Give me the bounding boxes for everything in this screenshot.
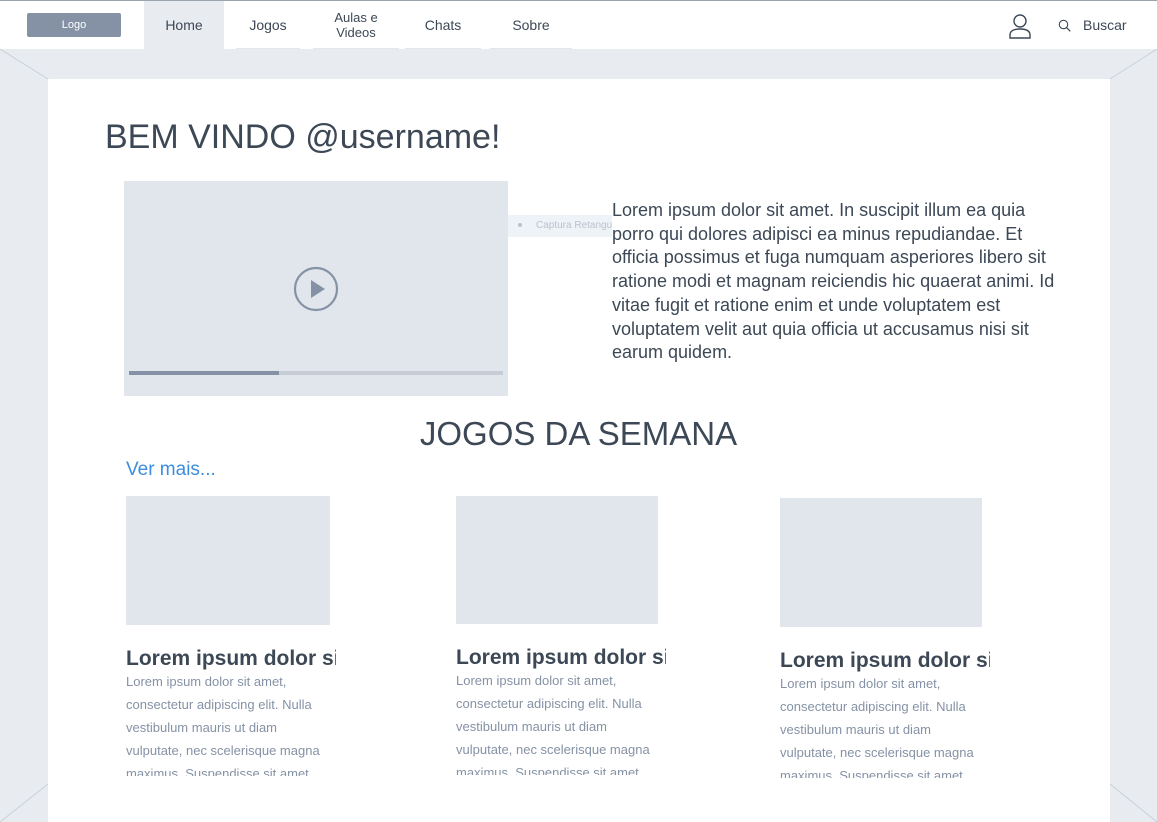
intro-text: Lorem ipsum dolor sit amet. In suscipit … (612, 200, 1055, 363)
video-player[interactable] (124, 181, 508, 396)
capture-tooltip: Captura Retangular (508, 215, 612, 237)
navbar: Logo Home Jogos Aulas e Videos Chats Sob… (0, 1, 1157, 49)
see-more-link[interactable]: Ver mais... (126, 459, 216, 481)
logo[interactable]: Logo (27, 13, 121, 37)
search-icon[interactable] (1058, 19, 1071, 32)
capture-dot-icon (518, 223, 522, 228)
video-progress-bar[interactable] (129, 371, 503, 375)
section-title: JOGOS DA SEMANA (419, 415, 738, 452)
nav-item-label: Jogos (249, 16, 287, 33)
game-card[interactable]: Lorem ipsum dolor sit amet Lorem ipsum d… (456, 496, 666, 775)
nav-item-underline (313, 48, 399, 49)
nav-item-sobre[interactable]: Sobre (490, 1, 572, 49)
play-icon[interactable] (293, 266, 339, 312)
card-image[interactable] (780, 498, 982, 627)
welcome-heading: BEM VINDO @username! (105, 118, 501, 156)
nav-item-label: Sobre (512, 16, 550, 33)
nav-item-chats[interactable]: Chats (405, 1, 481, 49)
user-icon[interactable] (1007, 13, 1033, 39)
game-card[interactable]: Lorem ipsum dolor sit amet Lorem ipsum d… (126, 496, 336, 776)
card-image[interactable] (456, 496, 658, 624)
nav-item-underline (236, 48, 300, 49)
search-label[interactable]: Buscar (1083, 17, 1127, 33)
game-card[interactable]: Lorem ipsum dolor sit amet Lorem ipsum d… (780, 498, 990, 778)
nav-item-label: Chats (424, 16, 462, 33)
video-progress-fill (129, 371, 279, 375)
card-body: Lorem ipsum dolor sit amet, consectetur … (126, 674, 320, 776)
capture-tooltip-label: Captura Retangular (536, 220, 612, 231)
card-image[interactable] (126, 496, 330, 625)
card-body: Lorem ipsum dolor sit amet, consectetur … (780, 676, 974, 778)
nav-item-jogos[interactable]: Jogos (236, 1, 300, 49)
nav-item-home[interactable]: Home (144, 1, 224, 49)
nav-item-label: Home (165, 16, 203, 33)
nav-item-label: Aulas e Videos (334, 10, 378, 40)
nav-item-underline (405, 48, 481, 49)
nav-item-underline (490, 48, 572, 49)
nav-item-aulas-videos[interactable]: Aulas e Videos (313, 1, 399, 49)
card-body: Lorem ipsum dolor sit amet, consectetur … (456, 673, 650, 775)
